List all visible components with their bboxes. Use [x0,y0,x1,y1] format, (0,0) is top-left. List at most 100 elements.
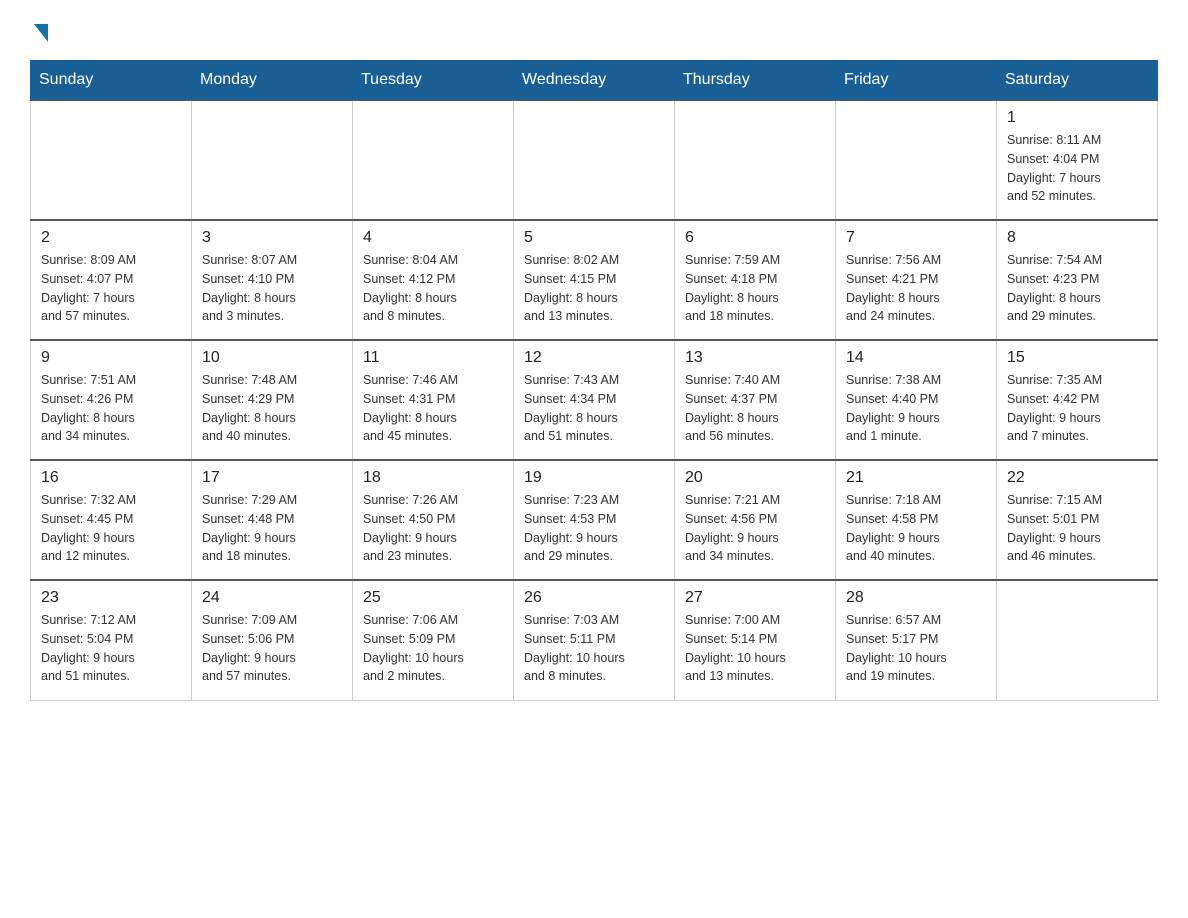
day-number: 9 [41,349,181,367]
day-number: 27 [685,589,825,607]
day-of-week-header: Tuesday [353,61,514,101]
calendar-header-row: SundayMondayTuesdayWednesdayThursdayFrid… [31,61,1158,101]
calendar-cell: 6 Sunrise: 7:59 AM Sunset: 4:18 PM Daylig… [675,220,836,340]
calendar-cell: 18 Sunrise: 7:26 AM Sunset: 4:50 PM Dayli… [353,460,514,580]
logo [30,20,48,40]
day-info: Sunrise: 7:32 AM Sunset: 4:45 PM Dayligh… [41,491,181,566]
calendar-cell: 3 Sunrise: 8:07 AM Sunset: 4:10 PM Daylig… [192,220,353,340]
day-number: 6 [685,229,825,247]
day-number: 2 [41,229,181,247]
week-row: 16 Sunrise: 7:32 AM Sunset: 4:45 PM Dayli… [31,460,1158,580]
day-info: Sunrise: 7:23 AM Sunset: 4:53 PM Dayligh… [524,491,664,566]
calendar-cell: 9 Sunrise: 7:51 AM Sunset: 4:26 PM Daylig… [31,340,192,460]
calendar-cell: 23 Sunrise: 7:12 AM Sunset: 5:04 PM Dayli… [31,580,192,700]
calendar-cell: 11Sunrise: 7:46 AM Sunset: 4:31 PM Dayli… [353,340,514,460]
day-number: 20 [685,469,825,487]
day-info: Sunrise: 7:54 AM Sunset: 4:23 PM Dayligh… [1007,251,1147,326]
day-info: Sunrise: 7:21 AM Sunset: 4:56 PM Dayligh… [685,491,825,566]
calendar-cell [836,100,997,220]
day-number: 23 [41,589,181,607]
calendar-cell: 10 Sunrise: 7:48 AM Sunset: 4:29 PM Dayli… [192,340,353,460]
day-number: 22 [1007,469,1147,487]
day-info: Sunrise: 7:29 AM Sunset: 4:48 PM Dayligh… [202,491,342,566]
week-row: 23 Sunrise: 7:12 AM Sunset: 5:04 PM Dayli… [31,580,1158,700]
calendar-cell: 17 Sunrise: 7:29 AM Sunset: 4:48 PM Dayli… [192,460,353,580]
day-info: Sunrise: 8:09 AM Sunset: 4:07 PM Dayligh… [41,251,181,326]
calendar-cell [514,100,675,220]
logo-top [30,20,48,42]
calendar-cell: 27 Sunrise: 7:00 AM Sunset: 5:14 PM Dayli… [675,580,836,700]
day-info: Sunrise: 7:12 AM Sunset: 5:04 PM Dayligh… [41,611,181,686]
day-number: 10 [202,349,342,367]
day-number: 14 [846,349,986,367]
day-of-week-header: Thursday [675,61,836,101]
calendar-cell: 15 Sunrise: 7:35 AM Sunset: 4:42 PM Dayli… [997,340,1158,460]
calendar-cell: 12Sunrise: 7:43 AM Sunset: 4:34 PM Dayli… [514,340,675,460]
day-number: 8 [1007,229,1147,247]
week-row: 2 Sunrise: 8:09 AM Sunset: 4:07 PM Daylig… [31,220,1158,340]
day-number: 18 [363,469,503,487]
day-of-week-header: Wednesday [514,61,675,101]
day-number: 4 [363,229,503,247]
calendar-table: SundayMondayTuesdayWednesdayThursdayFrid… [30,60,1158,701]
day-number: 26 [524,589,664,607]
day-info: Sunrise: 7:00 AM Sunset: 5:14 PM Dayligh… [685,611,825,686]
day-info: Sunrise: 7:59 AM Sunset: 4:18 PM Dayligh… [685,251,825,326]
day-of-week-header: Saturday [997,61,1158,101]
day-number: 19 [524,469,664,487]
day-of-week-header: Sunday [31,61,192,101]
day-number: 28 [846,589,986,607]
day-info: Sunrise: 7:09 AM Sunset: 5:06 PM Dayligh… [202,611,342,686]
day-number: 7 [846,229,986,247]
day-number: 5 [524,229,664,247]
calendar-cell: 5Sunrise: 8:02 AM Sunset: 4:15 PM Daylig… [514,220,675,340]
day-info: Sunrise: 7:15 AM Sunset: 5:01 PM Dayligh… [1007,491,1147,566]
day-info: Sunrise: 7:56 AM Sunset: 4:21 PM Dayligh… [846,251,986,326]
day-info: Sunrise: 6:57 AM Sunset: 5:17 PM Dayligh… [846,611,986,686]
day-number: 16 [41,469,181,487]
day-info: Sunrise: 7:18 AM Sunset: 4:58 PM Dayligh… [846,491,986,566]
calendar-cell: 25 Sunrise: 7:06 AM Sunset: 5:09 PM Dayli… [353,580,514,700]
page-header [30,20,1158,40]
calendar-cell [353,100,514,220]
calendar-cell: 28 Sunrise: 6:57 AM Sunset: 5:17 PM Dayli… [836,580,997,700]
calendar-cell: 2 Sunrise: 8:09 AM Sunset: 4:07 PM Daylig… [31,220,192,340]
day-info: Sunrise: 8:07 AM Sunset: 4:10 PM Dayligh… [202,251,342,326]
day-of-week-header: Friday [836,61,997,101]
day-number: 15 [1007,349,1147,367]
logo-arrow-icon [34,24,48,42]
day-number: 21 [846,469,986,487]
day-info: Sunrise: 7:51 AM Sunset: 4:26 PM Dayligh… [41,371,181,446]
day-info: Sunrise: 8:04 AM Sunset: 4:12 PM Dayligh… [363,251,503,326]
week-row: 9 Sunrise: 7:51 AM Sunset: 4:26 PM Daylig… [31,340,1158,460]
day-number: 13 [685,349,825,367]
calendar-cell: 14 Sunrise: 7:38 AM Sunset: 4:40 PM Dayli… [836,340,997,460]
calendar-cell: 22 Sunrise: 7:15 AM Sunset: 5:01 PM Dayli… [997,460,1158,580]
day-info: Sunrise: 7:46 AM Sunset: 4:31 PM Dayligh… [363,371,503,446]
calendar-cell: 8 Sunrise: 7:54 AM Sunset: 4:23 PM Daylig… [997,220,1158,340]
calendar-cell: 21 Sunrise: 7:18 AM Sunset: 4:58 PM Dayli… [836,460,997,580]
calendar-cell: 19 Sunrise: 7:23 AM Sunset: 4:53 PM Dayli… [514,460,675,580]
calendar-cell: 13Sunrise: 7:40 AM Sunset: 4:37 PM Dayli… [675,340,836,460]
day-number: 3 [202,229,342,247]
calendar-cell [192,100,353,220]
calendar-cell [31,100,192,220]
day-number: 1 [1007,109,1147,127]
day-info: Sunrise: 7:48 AM Sunset: 4:29 PM Dayligh… [202,371,342,446]
calendar-cell [997,580,1158,700]
calendar-cell: 1 Sunrise: 8:11 AM Sunset: 4:04 PM Daylig… [997,100,1158,220]
calendar-cell: 4 Sunrise: 8:04 AM Sunset: 4:12 PM Daylig… [353,220,514,340]
day-info: Sunrise: 7:38 AM Sunset: 4:40 PM Dayligh… [846,371,986,446]
day-info: Sunrise: 7:35 AM Sunset: 4:42 PM Dayligh… [1007,371,1147,446]
day-info: Sunrise: 8:11 AM Sunset: 4:04 PM Dayligh… [1007,131,1147,206]
day-info: Sunrise: 7:06 AM Sunset: 5:09 PM Dayligh… [363,611,503,686]
day-of-week-header: Monday [192,61,353,101]
day-number: 24 [202,589,342,607]
calendar-cell: 26Sunrise: 7:03 AM Sunset: 5:11 PM Dayli… [514,580,675,700]
day-info: Sunrise: 7:26 AM Sunset: 4:50 PM Dayligh… [363,491,503,566]
calendar-cell: 7 Sunrise: 7:56 AM Sunset: 4:21 PM Daylig… [836,220,997,340]
day-number: 12 [524,349,664,367]
day-number: 17 [202,469,342,487]
calendar-cell: 24 Sunrise: 7:09 AM Sunset: 5:06 PM Dayli… [192,580,353,700]
day-number: 25 [363,589,503,607]
